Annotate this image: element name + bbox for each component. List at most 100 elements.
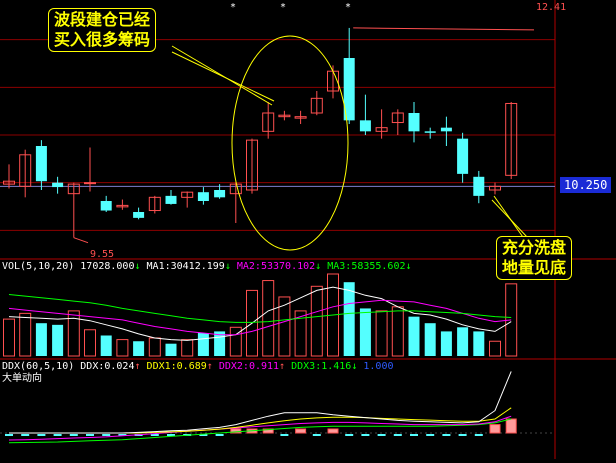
- ddx3-line: [8, 418, 512, 444]
- volume-bar: [359, 308, 371, 356]
- ddx-indicator-name: DDX(60,5,10): [2, 361, 75, 372]
- ddx1-value: 0.689: [176, 361, 207, 372]
- ddx-bar: [458, 434, 467, 436]
- volume-bar: [440, 331, 452, 356]
- ddx-bar: [69, 434, 78, 436]
- candle-body: [359, 120, 371, 132]
- ddx-bar: [312, 434, 321, 436]
- vol-ma3-value: 58355.602: [351, 261, 406, 272]
- volume-bar: [148, 337, 161, 357]
- volume-bar: [391, 306, 404, 357]
- vol-ma2-label: MA2:: [236, 261, 261, 272]
- accumulation-ellipse: [231, 35, 349, 251]
- ddx2-label: DDX2:: [218, 361, 249, 372]
- volume-bar: [116, 339, 129, 357]
- star-marker: *: [280, 2, 287, 13]
- arrow-down-icon: ↓: [351, 361, 358, 372]
- candle-body: [35, 146, 47, 182]
- candle-body: [440, 127, 452, 132]
- ddx-subtitle: 大单动向: [2, 373, 42, 384]
- vol-ma1-value: 30412.199: [170, 261, 225, 272]
- ddx-bar: [327, 428, 339, 434]
- ddx-bar: [410, 434, 418, 436]
- ddx3-label: DDX3:: [291, 361, 322, 372]
- volume-bar: [473, 331, 485, 356]
- callout-leader: [171, 51, 275, 102]
- washout-callout: 充分洗盘 地量见底: [496, 236, 573, 280]
- candle-body: [424, 131, 436, 133]
- volume-bar: [165, 343, 177, 356]
- ddx-bar: [377, 434, 386, 436]
- high-price-label: 12.41: [536, 2, 567, 13]
- ddx-bar: [5, 434, 13, 436]
- high-marker-line: [353, 27, 535, 31]
- callout-line: 充分洗盘: [502, 238, 567, 257]
- volume-indicator-name: VOL(5,10,20): [2, 261, 75, 272]
- accumulation-callout: 波段建仓已经 买入很多筹码: [48, 8, 157, 52]
- stock-chart: * * * 12.41 9.55 10.250 波段建仓已经 买入很多筹码 充分…: [0, 0, 616, 459]
- volume-header: VOL(5,10,20) 17028.000↓ MA1:30412.199↓ M…: [2, 261, 412, 273]
- volume-bar: [3, 318, 15, 357]
- ddx-bar: [393, 434, 402, 436]
- ddx-bar: [102, 434, 111, 436]
- current-price-box: 10.250: [560, 177, 612, 193]
- ddx-label: DDX:: [80, 361, 105, 372]
- ddx1-line: [9, 407, 512, 434]
- ddx-bar: [361, 434, 370, 436]
- volume-bar: [197, 333, 209, 356]
- low-marker-line: [73, 237, 89, 244]
- star-marker: *: [230, 2, 237, 13]
- ddx3-value: 1.416: [321, 361, 352, 372]
- arrow-down-icon: ↓: [315, 261, 322, 272]
- star-marker: *: [345, 2, 352, 13]
- candle-body: [100, 201, 112, 211]
- vol-ma3-line: [8, 294, 512, 323]
- volume-bar: [375, 310, 388, 357]
- arrow-up-icon: ↑: [279, 361, 286, 372]
- ddx-bar: [150, 434, 159, 436]
- ddx-extra-value: 1.000: [363, 361, 394, 372]
- volume-value: 17028.000: [80, 261, 135, 272]
- candle-body: [165, 195, 177, 204]
- candle-body: [473, 176, 485, 196]
- candle-body: [214, 190, 226, 198]
- ddx-bar: [426, 434, 435, 436]
- candle-body: [457, 138, 469, 174]
- ddx-bar: [21, 434, 30, 436]
- ddx-bar: [442, 434, 451, 436]
- ddx-header: DDX(60,5,10) DDX:0.024↑ DDX1:0.689↑ DDX2…: [2, 361, 394, 373]
- candle-body: [133, 212, 145, 218]
- callout-leader: [493, 195, 526, 241]
- volume-bar: [100, 335, 112, 356]
- ddx-bar: [215, 434, 224, 436]
- chart-canvas: [0, 0, 616, 459]
- ddx-bar: [505, 418, 517, 434]
- ddx2-line: [8, 415, 512, 441]
- vol-ma3-label: MA3:: [327, 261, 352, 272]
- ddx2-value: 0.911: [248, 361, 280, 372]
- ddx-bar: [474, 434, 483, 436]
- volume-bar: [424, 323, 436, 356]
- ddx-bar: [53, 434, 62, 436]
- volume-bar: [35, 323, 47, 356]
- vol-ma2-value: 53370.102: [260, 261, 316, 272]
- volume-bar: [133, 341, 145, 356]
- ddx-bar: [489, 424, 501, 434]
- ddx-bar: [86, 434, 94, 436]
- volume-bar: [408, 316, 420, 356]
- ddx-value: 0.024: [104, 361, 135, 372]
- callout-line: 波段建仓已经: [54, 10, 151, 29]
- arrow-down-icon: ↓: [224, 261, 231, 272]
- ddx-bar: [280, 434, 289, 436]
- callout-line: 买入很多筹码: [54, 30, 151, 49]
- low-price-label: 9.55: [90, 249, 115, 260]
- arrow-down-icon: ↓: [405, 261, 412, 272]
- candle-body: [52, 182, 64, 188]
- candle-body: [197, 192, 209, 201]
- callout-line: 地量见底: [502, 258, 567, 277]
- ddx-bar: [345, 434, 354, 436]
- volume-bar: [343, 282, 355, 356]
- volume-bar: [310, 285, 323, 357]
- arrow-down-icon: ↓: [134, 261, 141, 272]
- volume-bar: [262, 280, 275, 357]
